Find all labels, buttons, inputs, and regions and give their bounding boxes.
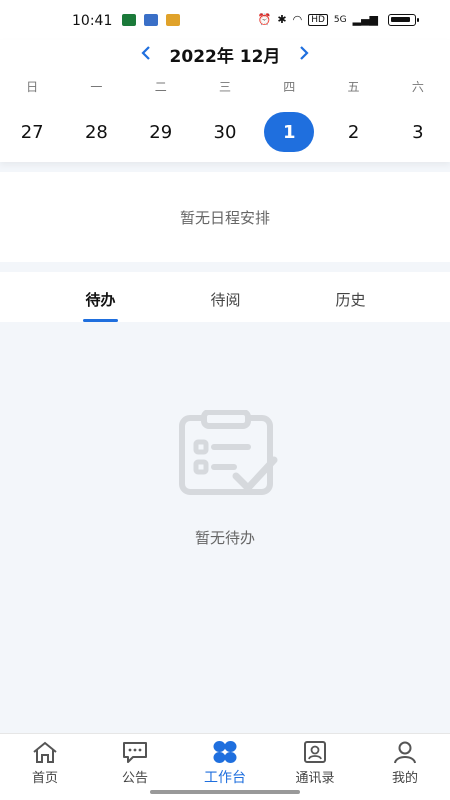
nav-label: 首页: [31, 771, 58, 786]
signal-icon: ▂▄▆: [352, 13, 378, 26]
app-notification-icon: [122, 14, 136, 26]
chevron-right-icon[interactable]: [298, 44, 310, 64]
date-number: 3: [412, 121, 424, 143]
tasks-empty-text: 暂无待办: [194, 529, 255, 547]
battery-icon: [388, 13, 419, 26]
weekday-label: 二: [154, 80, 167, 94]
calendar-strip: 2022年 12月 日 一 二 三 四 五 六 27 28 29 30 1 2 …: [0, 40, 450, 162]
month-label: 2022年 12月: [169, 46, 281, 67]
date-number: 27: [20, 121, 44, 143]
date-cell[interactable]: 28: [64, 112, 128, 152]
date-cell[interactable]: 2: [321, 112, 385, 152]
weekday-label: 六: [411, 80, 424, 94]
date-row: 27 28 29 30 1 2 3: [0, 112, 450, 152]
nav-label: 工作台: [204, 770, 246, 786]
date-cell[interactable]: 3: [386, 112, 450, 152]
tab-label: 待阅: [210, 291, 241, 309]
date-number: 28: [84, 121, 108, 143]
workbench-grid-icon: [213, 741, 237, 763]
status-indicators: ⏰ ✱ ◠ HD 5G ▂▄▆: [257, 13, 419, 26]
app-notification-icon: [166, 14, 180, 26]
app-notification-icon: [144, 14, 158, 26]
status-time: 10:41: [72, 13, 113, 29]
tasks-tab-bar: 待办 待阅 历史: [0, 272, 450, 322]
wifi-icon: ◠: [292, 13, 303, 26]
home-icon: [33, 741, 57, 763]
user-icon: [394, 741, 416, 764]
date-cell[interactable]: 30: [193, 112, 257, 152]
nav-label: 我的: [391, 771, 418, 786]
weekday-row: 日 一 二 三 四 五 六: [0, 78, 450, 95]
date-cell-selected[interactable]: 1: [257, 112, 321, 152]
home-indicator: [150, 790, 300, 794]
clipboard-check-icon: [178, 409, 278, 500]
message-icon: [123, 742, 147, 763]
weekday-label: 四: [283, 80, 296, 94]
network-label: 5G: [333, 14, 347, 25]
date-number: 30: [213, 121, 237, 143]
nav-label: 公告: [121, 771, 148, 786]
date-number: 29: [149, 121, 173, 143]
date-number: 2: [347, 121, 360, 143]
contacts-icon: [304, 741, 326, 763]
month-nav: 2022年 12月: [0, 40, 450, 68]
tab-label: 待办: [85, 291, 116, 309]
weekday-label: 三: [218, 80, 231, 94]
tab-to-read[interactable]: 待阅: [163, 272, 288, 322]
status-bar: 10:41 ⏰ ✱ ◠ HD 5G ▂▄▆: [0, 0, 450, 40]
alarm-icon: ⏰: [257, 13, 272, 26]
selected-date-number: 1: [264, 112, 315, 152]
weekday-label: 一: [90, 80, 103, 94]
nav-home[interactable]: 首页: [0, 734, 90, 800]
date-cell[interactable]: 29: [129, 112, 193, 152]
nav-label: 通讯录: [295, 771, 335, 786]
tab-todo[interactable]: 待办: [38, 272, 163, 322]
nav-me[interactable]: 我的: [360, 734, 450, 800]
hd-badge: HD: [308, 13, 328, 26]
status-app-icons: [122, 14, 180, 26]
bluetooth-icon: ✱: [277, 13, 287, 26]
schedule-panel: 暂无日程安排: [0, 172, 450, 262]
tab-label: 历史: [335, 291, 366, 309]
weekday-label: 日: [26, 80, 39, 94]
tab-history[interactable]: 历史: [288, 272, 413, 322]
weekday-label: 五: [347, 80, 360, 94]
schedule-empty-text: 暂无日程安排: [179, 208, 270, 227]
chevron-left-icon[interactable]: [140, 44, 152, 64]
date-cell[interactable]: 27: [0, 112, 64, 152]
